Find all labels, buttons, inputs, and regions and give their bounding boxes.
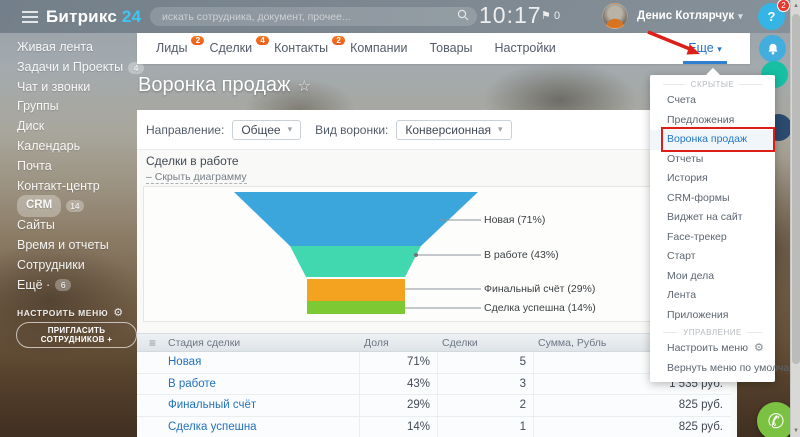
funnel-view-select[interactable]: Конверсионная▾ [396, 120, 511, 140]
chevron-down-icon: ▾ [717, 44, 722, 54]
user-menu[interactable]: Денис Котлярчук▾ [637, 10, 743, 22]
sidebar-item-time-reports[interactable]: Время и отчеты [17, 236, 137, 256]
sidebar-item-employees[interactable]: Сотрудники [17, 256, 137, 276]
flag-icon: ⚑ [541, 10, 551, 22]
menu-item-stream[interactable]: Лента [650, 286, 775, 306]
table-row: Сделка успешна 14% 1 825 руб. [137, 417, 731, 437]
search-input[interactable] [150, 11, 457, 23]
top-bar: Битрикс 24 10:17 ⚑ 0 Денис Котлярчук▾ [0, 0, 800, 33]
hamburger-menu-icon[interactable] [22, 8, 38, 26]
more-dropdown-menu: СКРЫТЫЕ Счета Предложения Воронка продаж… [650, 75, 775, 382]
funnel-stage-label: Новая (71%) [484, 214, 545, 226]
badge: 14 [66, 200, 83, 212]
menu-item-face-tracker[interactable]: Face-трекер [650, 228, 775, 248]
notifications-button[interactable] [759, 35, 786, 62]
badge: 6 [55, 279, 71, 291]
search-icon[interactable] [457, 8, 469, 26]
sidebar-item-crm[interactable]: CRM14 [17, 196, 137, 216]
direction-label: Направление: [146, 123, 224, 137]
chart-subtitle: Сделки в работе [146, 154, 239, 168]
stage-link[interactable]: Новая [168, 356, 201, 368]
menu-item-reports[interactable]: Отчеты [650, 150, 775, 170]
global-search[interactable] [150, 7, 477, 26]
menu-item-site-widget[interactable]: Виджет на сайт [650, 208, 775, 228]
app-window: Битрикс 24 10:17 ⚑ 0 Денис Котлярчук▾ ? … [0, 0, 800, 437]
bell-icon [766, 42, 780, 56]
menu-item-history[interactable]: История [650, 169, 775, 189]
clock: 10:17 [479, 2, 542, 29]
sidebar-item-chat-calls[interactable]: Чат и звонки [17, 78, 137, 98]
sidebar-item-calendar[interactable]: Календарь [17, 137, 137, 157]
chevron-down-icon: ▾ [498, 124, 503, 135]
tab-contacts[interactable]: Контакты2 [263, 33, 339, 64]
phone-icon: ✆ [768, 409, 785, 434]
table-header: ≡ Стадия сделки Доля Сделки Сумма, Рубль [137, 333, 731, 352]
menu-item-crm-forms[interactable]: CRM-формы [650, 189, 775, 209]
tab-products[interactable]: Товары [419, 33, 484, 64]
sidebar-item-mail[interactable]: Почта [17, 157, 137, 177]
invite-employees-button[interactable]: ПРИГЛАСИТЬ СОТРУДНИКОВ + [16, 322, 137, 348]
funnel-view-label: Вид воронки: [315, 123, 388, 137]
sidebar-item-more[interactable]: Ещё ·6 [17, 276, 137, 296]
stage-link[interactable]: В работе [168, 378, 216, 390]
sidebar-item-tasks[interactable]: Задачи и Проекты4 [17, 58, 137, 78]
gear-icon: ⚙ [113, 307, 123, 319]
menu-item-start[interactable]: Старт [650, 247, 775, 267]
configure-menu-link[interactable]: НАСТРОИТЬ МЕНЮ⚙ [17, 306, 124, 319]
stage-link[interactable]: Сделка успешна [168, 421, 257, 433]
funnel-stage-label: Сделка успешна (14%) [484, 302, 596, 314]
tab-more[interactable]: Еще ▾ [683, 33, 727, 64]
menu-item-quotes[interactable]: Предложения [650, 111, 775, 131]
gear-icon: ⚙ [754, 342, 764, 354]
sidebar-item-sites[interactable]: Сайты [17, 216, 137, 236]
scroll-down-icon[interactable]: ▼ [791, 428, 800, 434]
menu-item-applications[interactable]: Приложения [650, 306, 775, 326]
funnel-chart: Новая (71%) В работе (43%) Финальный счё… [143, 186, 730, 322]
user-avatar[interactable] [602, 3, 628, 29]
crm-nav-bar: Лиды2 Сделки4 Контакты2 Компании Товары … [137, 33, 750, 64]
app-logo[interactable]: Битрикс 24 [46, 7, 141, 27]
menu-item-configure-menu[interactable]: Настроить меню⚙ [650, 339, 775, 359]
scrollbar-thumb[interactable] [792, 14, 800, 364]
stage-link[interactable]: Финальный счёт [168, 399, 256, 411]
direction-select[interactable]: Общее▾ [232, 120, 301, 140]
chevron-down-icon: ▾ [288, 124, 293, 135]
dropdown-section-management: УПРАВЛЕНИЕ [650, 325, 775, 339]
funnel-stage-label: В работе (43%) [484, 249, 559, 261]
page-scrollbar[interactable]: ▲ ▼ [790, 0, 800, 437]
scroll-up-icon[interactable]: ▲ [791, 3, 800, 9]
chevron-down-icon: ▾ [738, 11, 743, 21]
tab-deals[interactable]: Сделки4 [198, 33, 263, 64]
flag-counter[interactable]: ⚑ 0 [541, 9, 560, 22]
tab-settings[interactable]: Настройки [484, 33, 567, 64]
menu-item-my-activities[interactable]: Мои дела [650, 267, 775, 287]
funnel-stage-label: Финальный счёт (29%) [484, 283, 595, 295]
filter-bar: Направление: Общее▾ Вид воронки: Конверс… [137, 110, 737, 150]
table-menu-icon[interactable]: ≡ [137, 336, 168, 350]
table-row: Новая 71% 5 [137, 352, 731, 374]
table-row: В работе 43% 3 1 535 руб. [137, 374, 731, 396]
sidebar-item-groups[interactable]: Группы [17, 97, 137, 117]
sidebar: Живая лента Задачи и Проекты4 Чат и звон… [0, 33, 137, 295]
page-title: Воронка продаж☆ [138, 74, 311, 97]
sidebar-item-feed[interactable]: Живая лента [17, 38, 137, 58]
content-panel: Направление: Общее▾ Вид воронки: Конверс… [137, 110, 737, 437]
tab-companies[interactable]: Компании [339, 33, 418, 64]
tab-leads[interactable]: Лиды2 [145, 33, 198, 64]
menu-item-reset-menu[interactable]: Вернуть меню по умолчанию [650, 359, 775, 379]
menu-item-invoices[interactable]: Счета [650, 91, 775, 111]
menu-item-sales-funnel[interactable]: Воронка продаж [650, 130, 775, 150]
stages-table: ≡ Стадия сделки Доля Сделки Сумма, Рубль… [137, 333, 731, 437]
table-row: Финальный счёт 29% 2 825 руб. [137, 395, 731, 417]
hide-chart-link[interactable]: – Скрыть диаграмму [146, 171, 247, 184]
funnel-shapes [144, 187, 731, 323]
favorite-star-icon[interactable]: ☆ [297, 78, 310, 95]
sidebar-item-drive[interactable]: Диск [17, 117, 137, 137]
sidebar-item-contact-center[interactable]: Контакт-центр [17, 177, 137, 197]
